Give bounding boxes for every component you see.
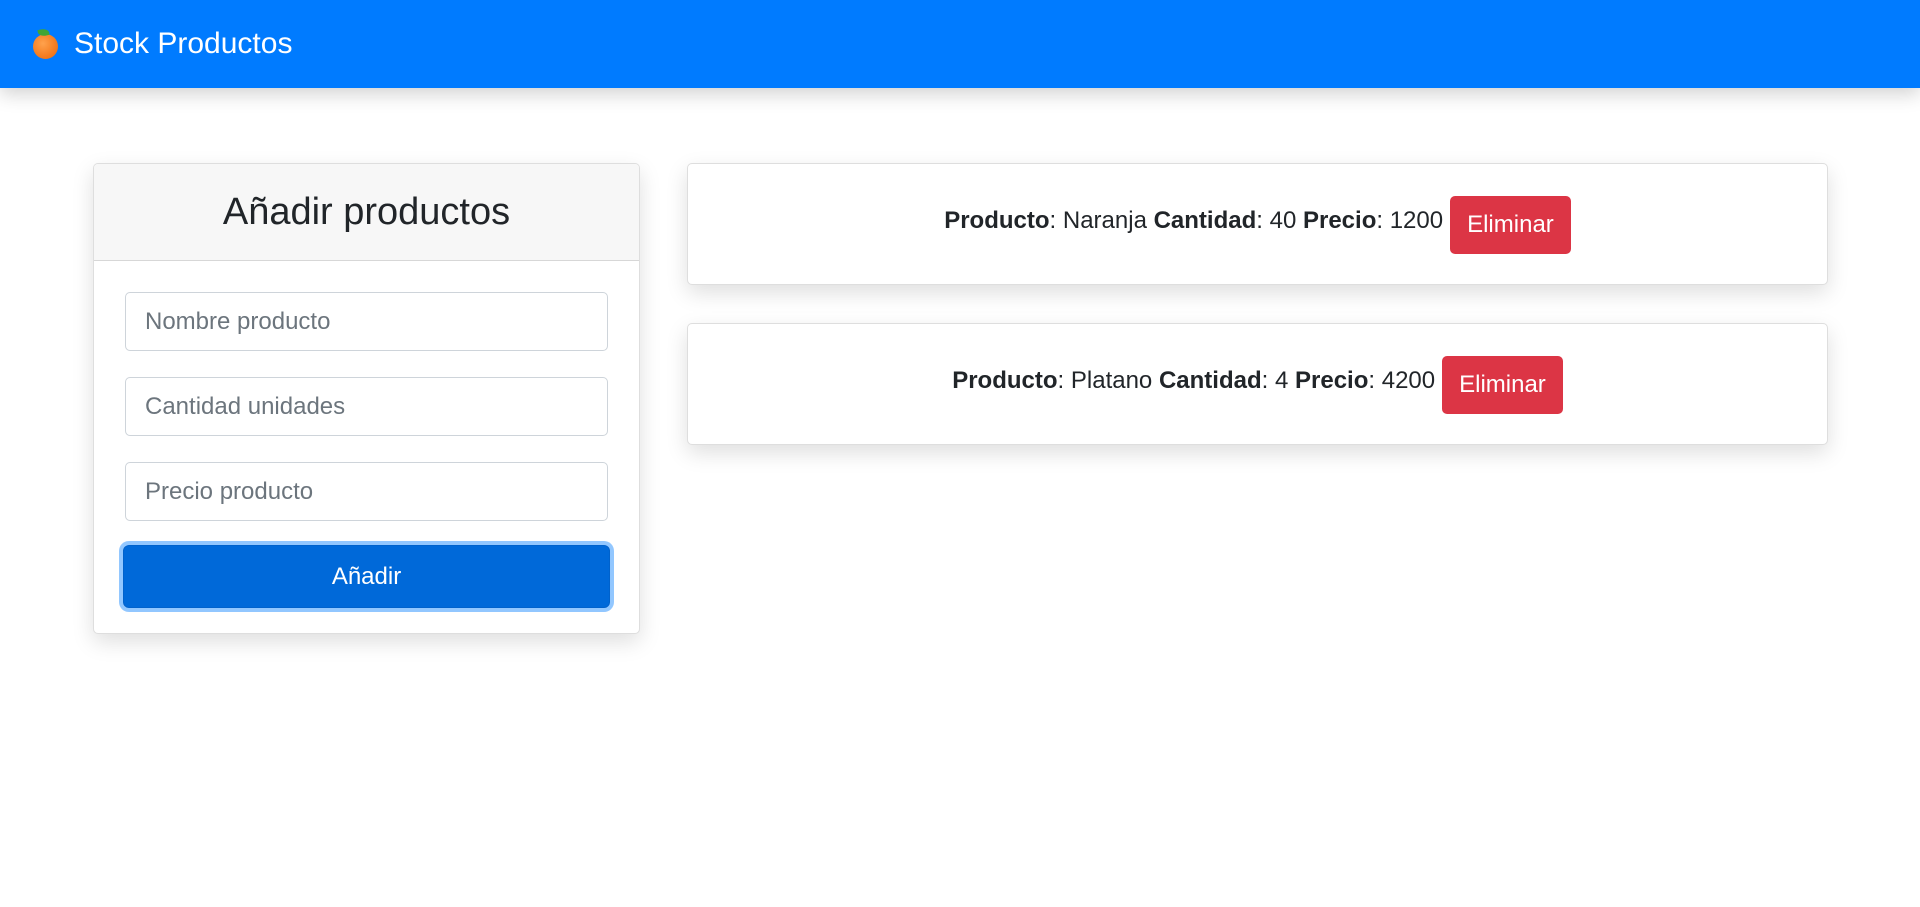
product-price: 4200: [1381, 367, 1436, 394]
product-price: 1200: [1389, 207, 1444, 234]
navbar-brand[interactable]: Stock Productos: [32, 27, 293, 60]
add-product-card-header: Añadir productos: [94, 164, 639, 261]
delete-product-button[interactable]: Eliminar: [1450, 196, 1571, 254]
add-product-title: Añadir productos: [222, 190, 511, 233]
product-card: Producto: Naranja Cantidad: 40 Precio: 1…: [687, 163, 1828, 285]
price-label: Precio: [1302, 207, 1377, 234]
brand-title: Stock Productos: [74, 27, 293, 60]
add-product-form: Añadir: [94, 261, 639, 608]
quantity-label: Cantidad: [1158, 367, 1262, 394]
product-label: Producto: [952, 367, 1058, 394]
add-product-card: Añadir productos Añadir: [93, 163, 640, 634]
product-details: Producto: Platano Cantidad: 4 Precio: 42…: [952, 367, 1436, 394]
delete-product-button[interactable]: Eliminar: [1442, 356, 1563, 414]
navbar: Stock Productos: [0, 0, 1920, 88]
orange-fruit-icon: [32, 27, 60, 59]
product-quantity: 40: [1269, 207, 1297, 234]
quantity-label: Cantidad: [1153, 207, 1257, 234]
product-label: Producto: [944, 207, 1050, 234]
price-label: Precio: [1295, 367, 1369, 394]
add-product-button[interactable]: Añadir: [123, 545, 610, 608]
product-quantity: 4: [1274, 367, 1289, 394]
product-name-input[interactable]: [125, 292, 608, 351]
product-card: Producto: Platano Cantidad: 4 Precio: 42…: [687, 323, 1828, 445]
product-details: Producto: Naranja Cantidad: 40 Precio: 1…: [944, 207, 1444, 234]
product-price-input[interactable]: [125, 462, 608, 521]
product-name: Platano: [1070, 367, 1153, 394]
product-name: Naranja: [1062, 207, 1147, 234]
product-quantity-input[interactable]: [125, 377, 608, 436]
